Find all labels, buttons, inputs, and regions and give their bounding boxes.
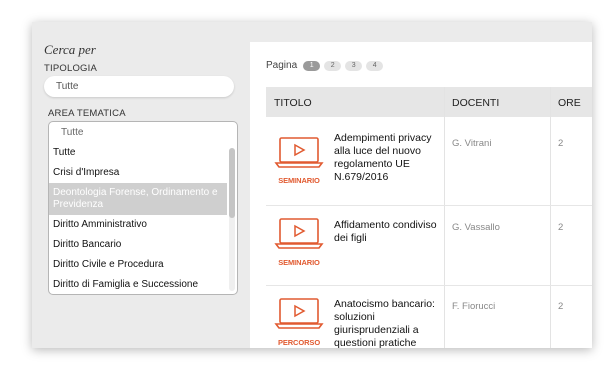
row-hours: 2 xyxy=(558,222,564,233)
dropdown-scrollbar[interactable] xyxy=(229,148,235,291)
app-frame: Cerca per TIPOLOGIA Tutte AREA TEMATICA … xyxy=(32,22,592,348)
table-row[interactable]: SEMINARIO Affidamento condiviso dei figl… xyxy=(266,207,592,286)
option-deontologia[interactable]: Deontologia Forense, Ordinamento e Previ… xyxy=(49,183,227,215)
area-tematica-label: AREA TEMATICA xyxy=(48,108,126,119)
row-title[interactable]: Adempimenti privacy alla luce del nuovo … xyxy=(334,132,446,184)
page-4-button[interactable]: 4 xyxy=(366,60,384,71)
row-title[interactable]: Anatocismo bancario: soluzioni giurispru… xyxy=(334,298,446,348)
row-teacher: F. Fiorucci xyxy=(452,301,496,312)
option-diritto-famiglia[interactable]: Diritto di Famiglia e Successione xyxy=(49,275,227,294)
row-teacher: G. Vitrani xyxy=(452,138,492,149)
table-header: TITOLO DOCENTI ORE xyxy=(266,87,592,117)
table-row[interactable]: SEMINARIO Adempimenti privacy alla luce … xyxy=(266,118,592,206)
page-3-button[interactable]: 3 xyxy=(345,60,363,71)
option-crisi-impresa[interactable]: Crisi d'Impresa xyxy=(49,163,227,183)
pagination-label: Pagina xyxy=(266,60,298,71)
table-row[interactable]: PERCORSO Anatocismo bancario: soluzioni … xyxy=(266,287,592,348)
dropdown-scroll-thumb[interactable] xyxy=(229,148,235,218)
page-1-button[interactable]: 1 xyxy=(303,60,321,71)
option-diritto-amministrativo[interactable]: Diritto Amministrativo xyxy=(49,215,227,235)
page-2-button[interactable]: 2 xyxy=(324,60,342,71)
course-list-panel: Pagina 1 2 3 4 TITOLO DOCENTI ORE SEMINA… xyxy=(250,42,592,348)
area-tematica-options: Tutte Crisi d'Impresa Deontologia Forens… xyxy=(49,143,227,294)
laptop-play-icon: PERCORSO xyxy=(274,297,324,347)
row-tag: PERCORSO xyxy=(277,338,321,347)
area-tematica-dropdown[interactable]: Tutte Tutte Crisi d'Impresa Deontologia … xyxy=(48,121,238,295)
tipologia-label: TIPOLOGIA xyxy=(44,63,98,74)
row-title[interactable]: Affidamento condiviso dei figli xyxy=(334,219,446,245)
header-titolo: TITOLO xyxy=(274,97,312,109)
laptop-play-icon: SEMINARIO xyxy=(274,217,324,267)
option-diritto-bancario[interactable]: Diritto Bancario xyxy=(49,235,227,255)
row-hours: 2 xyxy=(558,301,564,312)
option-tutte[interactable]: Tutte xyxy=(49,143,227,163)
option-diritto-civile[interactable]: Diritto Civile e Procedura xyxy=(49,255,227,275)
search-title: Cerca per xyxy=(44,42,96,57)
header-ore: ORE xyxy=(558,97,581,109)
pagination: Pagina 1 2 3 4 xyxy=(266,60,384,71)
row-tag: SEMINARIO xyxy=(278,258,320,267)
header-docenti: DOCENTI xyxy=(452,97,500,109)
row-teacher: G. Vassallo xyxy=(452,222,500,233)
laptop-play-icon: SEMINARIO xyxy=(274,136,324,185)
area-tematica-current[interactable]: Tutte xyxy=(49,122,237,142)
row-hours: 2 xyxy=(558,138,564,149)
tipologia-select[interactable]: Tutte xyxy=(44,76,234,97)
filter-sidebar: Cerca per TIPOLOGIA Tutte AREA TEMATICA … xyxy=(32,22,248,348)
row-tag: SEMINARIO xyxy=(278,176,320,185)
